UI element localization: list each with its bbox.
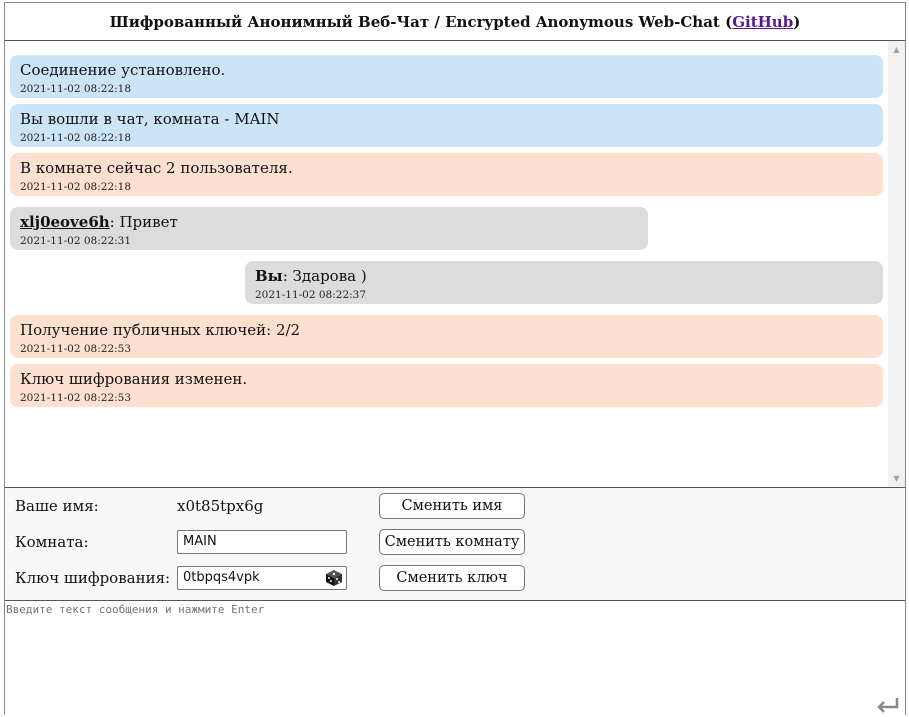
name-value: x0t85tpx6g: [177, 497, 264, 515]
title-suffix: ): [793, 12, 801, 31]
key-value: 0tbpqs4vpk: [183, 570, 260, 585]
enter-icon[interactable]: [875, 695, 901, 715]
message-text: Соединение установлено.: [20, 61, 226, 79]
key-label: Ключ шифрования:: [15, 569, 171, 587]
message-text: Получение публичных ключей: 2/2: [20, 321, 301, 339]
outgoing-message: Вы: Здарова ) 2021-11-02 08:22:37: [245, 261, 883, 304]
message-text: В комнате сейчас 2 пользователя.: [20, 159, 293, 177]
system-message: Соединение установлено. 2021-11-02 08:22…: [10, 55, 883, 98]
dice-icon[interactable]: [325, 569, 343, 587]
message-time: 2021-11-02 08:22:53: [20, 343, 132, 355]
info-message: В комнате сейчас 2 пользователя. 2021-11…: [10, 153, 883, 196]
page-title: Шифрованный Анонимный Веб-Чат / Encrypte…: [5, 3, 905, 41]
room-label: Комната:: [15, 533, 89, 551]
change-name-button[interactable]: Сменить имя: [379, 493, 525, 519]
message-input[interactable]: Введите текст сообщения и нажмите Enter: [5, 601, 905, 715]
change-room-button[interactable]: Сменить комнату: [379, 529, 525, 555]
scrollbar-thumb[interactable]: [890, 58, 903, 470]
github-link[interactable]: GitHub: [732, 13, 793, 31]
message-time: 2021-11-02 08:22:18: [20, 132, 132, 144]
message-text: : Здарова ): [282, 267, 367, 285]
change-key-button[interactable]: Сменить ключ: [379, 565, 525, 591]
chat-log[interactable]: Соединение установлено. 2021-11-02 08:22…: [5, 41, 905, 487]
info-message: Получение публичных ключей: 2/2 2021-11-…: [10, 315, 883, 358]
message-author[interactable]: xlj0eove6h: [20, 213, 110, 231]
name-label: Ваше имя:: [15, 497, 99, 515]
incoming-message: xlj0eove6h: Привет 2021-11-02 08:22:31: [10, 207, 648, 250]
key-input[interactable]: 0tbpqs4vpk: [177, 566, 347, 590]
scroll-up-arrow-icon[interactable]: ▲: [888, 41, 905, 58]
message-time: 2021-11-02 08:22:18: [20, 83, 132, 95]
message-text: Вы вошли в чат, комната - MAIN: [20, 110, 280, 128]
scroll-down-arrow-icon[interactable]: ▼: [888, 470, 905, 487]
message-text: : Привет: [109, 213, 178, 231]
message-time: 2021-11-02 08:22:53: [20, 392, 132, 404]
settings-panel: Ваше имя: x0t85tpx6g Сменить имя Комната…: [5, 487, 905, 601]
message-placeholder: Введите текст сообщения и нажмите Enter: [6, 603, 265, 616]
room-input[interactable]: MAIN: [177, 530, 347, 554]
message-time: 2021-11-02 08:22:18: [20, 181, 132, 193]
chat-scrollbar[interactable]: ▲ ▼: [888, 41, 905, 487]
message-time: 2021-11-02 08:22:37: [255, 289, 367, 301]
message-text: Ключ шифрования изменен.: [20, 370, 248, 388]
title-text: Шифрованный Анонимный Веб-Чат / Encrypte…: [109, 12, 733, 31]
info-message: Ключ шифрования изменен. 2021-11-02 08:2…: [10, 364, 883, 407]
message-author: Вы: [255, 267, 283, 285]
message-time: 2021-11-02 08:22:31: [20, 235, 132, 247]
system-message: Вы вошли в чат, комната - MAIN 2021-11-0…: [10, 104, 883, 147]
